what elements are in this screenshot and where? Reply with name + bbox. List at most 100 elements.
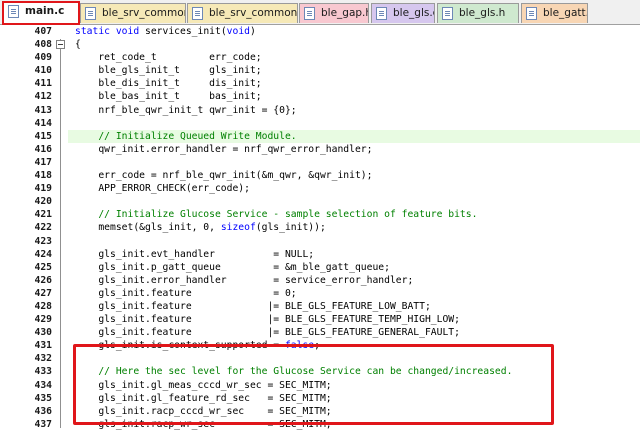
tab-label: main.c: [25, 5, 65, 17]
code-line[interactable]: 433 // Here the sec level for the Glucos…: [0, 365, 640, 378]
tab-ble_gap-h[interactable]: ble_gap.h: [299, 3, 369, 23]
line-number: 432: [34, 353, 53, 365]
code-line[interactable]: 427 gls_init.feature = 0;: [0, 287, 640, 300]
editor-tab-bar: main.c ble_srv_common.h ble_srv_common.c bl…: [0, 0, 640, 25]
code-line[interactable]: 408 {: [0, 38, 640, 51]
file-icon: [304, 7, 315, 20]
code-line[interactable]: 432: [0, 352, 640, 365]
tab-ble_gls-c[interactable]: ble_gls.c: [371, 3, 435, 23]
code-token: gls_init.feature |= BLE_GLS_FEATURE_GENE…: [75, 327, 460, 339]
code-text: gls_init.is_context_supported = false;: [75, 339, 320, 352]
tab-ble_gls-h[interactable]: ble_gls.h: [437, 3, 519, 23]
code-line[interactable]: 435 gls_init.gl_feature_rd_sec = SEC_MIT…: [0, 392, 640, 405]
line-number: 420: [34, 196, 53, 208]
code-token: APP_ERROR_CHECK(err_code);: [75, 183, 250, 195]
code-token: ;: [314, 340, 320, 352]
code-token: gls_init.p_gatt_queue = &m_ble_gatt_queu…: [75, 261, 390, 273]
code-line[interactable]: 422 memset(&gls_init, 0, sizeof(gls_init…: [0, 221, 640, 234]
code-token: (gls_init));: [255, 222, 326, 234]
code-text: gls_init.gl_meas_cccd_wr_sec = SEC_MITM;: [75, 379, 332, 392]
keyword-token: sizeof: [220, 222, 256, 234]
code-line[interactable]: 407 static void services_init(void): [0, 25, 640, 38]
code-line[interactable]: 434 gls_init.gl_meas_cccd_wr_sec = SEC_M…: [0, 379, 640, 392]
code-token: gls_init.gl_meas_cccd_wr_sec = SEC_MITM;: [75, 379, 332, 391]
tab-ble_gatt-h[interactable]: ble_gatt.h: [521, 3, 588, 23]
code-line[interactable]: 410 ble_gls_init_t gls_init;: [0, 64, 640, 77]
tab-label: ble_gls.h: [459, 7, 506, 19]
code-line[interactable]: 428 gls_init.feature |= BLE_GLS_FEATURE_…: [0, 300, 640, 313]
comment-token: // Initialize Queued Write Module.: [75, 130, 297, 142]
code-line[interactable]: 437 gls_init.racp_wr_sec = SEC_MITM;: [0, 418, 640, 431]
file-icon: [192, 7, 203, 20]
code-text: gls_init.feature |= BLE_GLS_FEATURE_TEMP…: [75, 313, 460, 326]
code-token: nrf_ble_qwr_init_t qwr_init = {0};: [75, 104, 297, 116]
code-line[interactable]: 411 ble_dis_init_t dis_init;: [0, 77, 640, 90]
code-line[interactable]: 414: [0, 117, 640, 130]
code-token: ble_dis_init_t dis_init;: [75, 78, 262, 90]
code-text: err_code = nrf_ble_qwr_init(&m_qwr, &qwr…: [75, 169, 372, 182]
code-text: // Initialize Queued Write Module.: [75, 130, 297, 143]
code-line[interactable]: 413 nrf_ble_qwr_init_t qwr_init = {0};: [0, 104, 640, 117]
code-token: ): [250, 26, 256, 37]
tab-label: ble_srv_common.h: [102, 7, 185, 19]
code-token: gls_init.is_context_supported =: [75, 340, 285, 352]
code-line[interactable]: 420: [0, 195, 640, 208]
code-line[interactable]: 412 ble_bas_init_t bas_init;: [0, 90, 640, 103]
line-number: 415: [34, 130, 53, 142]
line-number: 429: [34, 314, 53, 326]
file-icon: [442, 7, 453, 20]
code-text: gls_init.feature |= BLE_GLS_FEATURE_LOW_…: [75, 300, 431, 313]
code-line[interactable]: 425 gls_init.p_gatt_queue = &m_ble_gatt_…: [0, 261, 640, 274]
code-text: gls_init.evt_handler = NULL;: [75, 248, 314, 261]
tab-label: ble_srv_common.c: [209, 7, 298, 19]
code-line[interactable]: 417: [0, 156, 640, 169]
tab-main-c[interactable]: main.c: [3, 1, 79, 25]
line-number: 412: [34, 91, 53, 103]
code-token: {: [75, 39, 81, 51]
code-text: nrf_ble_qwr_init_t qwr_init = {0};: [75, 104, 297, 117]
code-text: memset(&gls_init, 0, sizeof(gls_init));: [75, 221, 326, 234]
code-line[interactable]: 430 gls_init.feature |= BLE_GLS_FEATURE_…: [0, 326, 640, 339]
tab-ble_srv_common-c[interactable]: ble_srv_common.c: [187, 3, 298, 23]
code-text: qwr_init.error_handler = nrf_qwr_error_h…: [75, 143, 372, 156]
line-number: 425: [34, 261, 53, 273]
code-text: ble_bas_init_t bas_init;: [75, 90, 261, 103]
code-line[interactable]: 418 err_code = nrf_ble_qwr_init(&m_qwr, …: [0, 169, 640, 182]
code-token: gls_init.feature |= BLE_GLS_FEATURE_LOW_…: [75, 300, 431, 312]
line-number: 431: [34, 340, 53, 352]
line-number: 424: [34, 248, 53, 260]
line-number: 414: [34, 117, 53, 129]
code-token: gls_init.evt_handler = NULL;: [75, 248, 315, 260]
code-token: gls_init.gl_feature_rd_sec = SEC_MITM;: [75, 392, 332, 404]
code-editor[interactable]: 407 static void services_init(void) 408 {40…: [0, 25, 640, 431]
code-line[interactable]: 429 gls_init.feature |= BLE_GLS_FEATURE_…: [0, 313, 640, 326]
code-text: gls_init.p_gatt_queue = &m_ble_gatt_queu…: [75, 261, 390, 274]
code-token: gls_init.racp_wr_sec = SEC_MITM;: [75, 418, 332, 430]
code-line[interactable]: 423: [0, 235, 640, 248]
code-token: ret_code_t err_code;: [75, 52, 262, 64]
code-text: static void services_init(void): [75, 25, 256, 38]
code-line[interactable]: 421 // Initialize Glucose Service - samp…: [0, 208, 640, 221]
code-line[interactable]: 431 gls_init.is_context_supported = fals…: [0, 339, 640, 352]
code-line[interactable]: 416 qwr_init.error_handler = nrf_qwr_err…: [0, 143, 640, 156]
code-line[interactable]: 409 ret_code_t err_code;: [0, 51, 640, 64]
line-number: 407: [34, 26, 53, 37]
comment-token: // Initialize Glucose Service - sample s…: [75, 209, 478, 221]
code-line[interactable]: 436 gls_init.racp_cccd_wr_sec = SEC_MITM…: [0, 405, 640, 418]
keyword-token: void: [226, 26, 250, 37]
file-icon: [85, 7, 96, 20]
line-number: 410: [34, 65, 53, 77]
code-token: gls_init.feature = 0;: [75, 287, 297, 299]
code-line[interactable]: 415 // Initialize Queued Write Module.: [0, 129, 640, 143]
code-line[interactable]: 419 APP_ERROR_CHECK(err_code);: [0, 182, 640, 195]
line-number: 419: [34, 183, 53, 195]
code-line[interactable]: 426 gls_init.error_handler = service_err…: [0, 274, 640, 287]
file-icon: [526, 7, 537, 20]
collapse-minus-icon[interactable]: [56, 40, 65, 50]
tab-ble_srv_common-h[interactable]: ble_srv_common.h: [80, 3, 186, 23]
line-number: 408: [34, 39, 53, 51]
line-number: 428: [34, 300, 53, 312]
code-line[interactable]: 424 gls_init.evt_handler = NULL;: [0, 248, 640, 261]
code-text: // Initialize Glucose Service - sample s…: [75, 208, 477, 221]
code-token: qwr_init.error_handler = nrf_qwr_error_h…: [75, 143, 373, 155]
